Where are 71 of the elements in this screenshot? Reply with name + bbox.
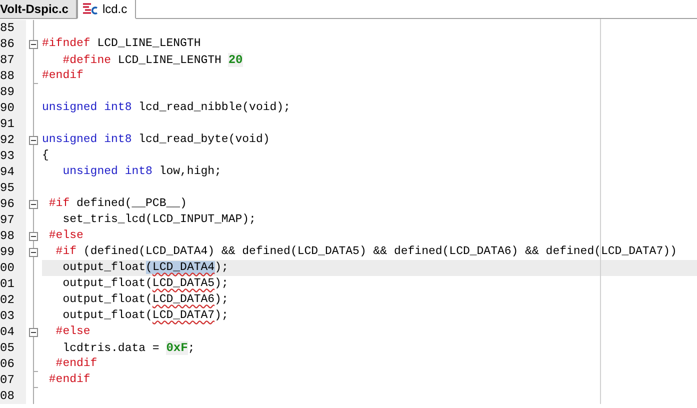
collapse-icon[interactable] bbox=[29, 248, 38, 257]
file-tab[interactable]: Volt-Dspic.c bbox=[0, 0, 78, 18]
line-number: 01 bbox=[0, 276, 26, 292]
code-text: (defined(LCD_DATA4) && defined(LCD_DATA5) && defined(LCD_DATA6) && defined(LCD_DATA7)) bbox=[82, 245, 677, 258]
line-number: 87 bbox=[0, 52, 26, 68]
code-text: lcd_read_nibble(void); bbox=[138, 101, 290, 114]
directive-text: #if bbox=[48, 197, 70, 210]
line-number: 99 bbox=[0, 244, 26, 260]
line-number: 02 bbox=[0, 292, 26, 308]
number-literal: 0xF bbox=[166, 341, 188, 355]
directive-text: #ifndef bbox=[42, 37, 90, 50]
line-number: 06 bbox=[0, 356, 26, 372]
code-text: ; bbox=[188, 342, 195, 355]
line-number: 97 bbox=[0, 212, 26, 228]
directive-text: #else bbox=[48, 229, 84, 242]
code-text: set_tris_lcd(LCD_INPUT_MAP); bbox=[62, 213, 256, 226]
collapse-icon[interactable] bbox=[29, 136, 38, 145]
line-number: 90 bbox=[0, 100, 26, 116]
code-text: lcdtris.data = bbox=[62, 342, 160, 355]
collapse-icon[interactable] bbox=[29, 328, 38, 337]
line-number: 89 bbox=[0, 84, 26, 100]
code-text: { bbox=[42, 149, 49, 162]
line-number: 86 bbox=[0, 36, 26, 52]
line-number: 95 bbox=[0, 180, 26, 196]
directive-text: #if bbox=[54, 245, 77, 258]
line-number: 03 bbox=[0, 308, 26, 324]
line-number: 85 bbox=[0, 20, 26, 36]
line-number: 00 bbox=[0, 260, 26, 276]
directive-text: #endif bbox=[48, 373, 90, 386]
line-number: 93 bbox=[0, 148, 26, 164]
code-text: defined(__PCB__) bbox=[76, 197, 187, 210]
code-text: LCD_LINE_LENGTH bbox=[116, 54, 222, 67]
collapse-icon[interactable] bbox=[29, 232, 38, 241]
code-text: ); bbox=[214, 309, 228, 322]
number-literal: 20 bbox=[228, 53, 243, 67]
line-number: 05 bbox=[0, 340, 26, 356]
line-number: 92 bbox=[0, 132, 26, 148]
flagged-identifier: LCD_DATA5 bbox=[152, 277, 215, 290]
code-text: LCD_LINE_LENGTH bbox=[96, 37, 201, 50]
keyword-text: unsigned int8 bbox=[42, 101, 132, 114]
code-text: ); bbox=[214, 277, 228, 290]
flagged-identifier: LCD_DATA7 bbox=[152, 309, 215, 322]
directive-text: #else bbox=[54, 325, 90, 338]
line-number: 98 bbox=[0, 228, 26, 244]
line-number: 91 bbox=[0, 116, 26, 132]
code-text: output_float( bbox=[62, 293, 152, 306]
code-text: low,high; bbox=[158, 165, 222, 178]
line-number: 04 bbox=[0, 324, 26, 340]
code-text: ); bbox=[214, 261, 228, 274]
c-file-icon bbox=[82, 2, 98, 16]
code-text: ); bbox=[214, 293, 228, 306]
code-text: lcd_read_byte(void) bbox=[138, 133, 270, 146]
directive-text: #endif bbox=[54, 357, 98, 370]
line-number: 07 bbox=[0, 372, 26, 388]
code-text: output_float bbox=[62, 261, 146, 274]
directive-text: #endif bbox=[42, 69, 84, 82]
file-tab[interactable]: lcd.c bbox=[77, 0, 136, 19]
line-number: 08 bbox=[0, 388, 26, 404]
code-text: output_float( bbox=[62, 277, 152, 290]
line-number: 94 bbox=[0, 164, 26, 180]
line-number: 88 bbox=[0, 68, 26, 84]
flagged-identifier: LCD_DATA6 bbox=[152, 293, 215, 306]
directive-text: #define bbox=[62, 54, 112, 67]
code-text: output_float( bbox=[62, 309, 152, 322]
line-number: 96 bbox=[0, 196, 26, 212]
matched-bracket: ( bbox=[146, 261, 152, 274]
collapse-icon[interactable] bbox=[29, 200, 38, 209]
keyword-text: unsigned int8 bbox=[42, 133, 132, 146]
keyword-text: unsigned int8 bbox=[62, 165, 152, 178]
collapse-icon[interactable] bbox=[29, 40, 38, 49]
matched-identifier: LCD_DATA4 bbox=[152, 261, 215, 274]
